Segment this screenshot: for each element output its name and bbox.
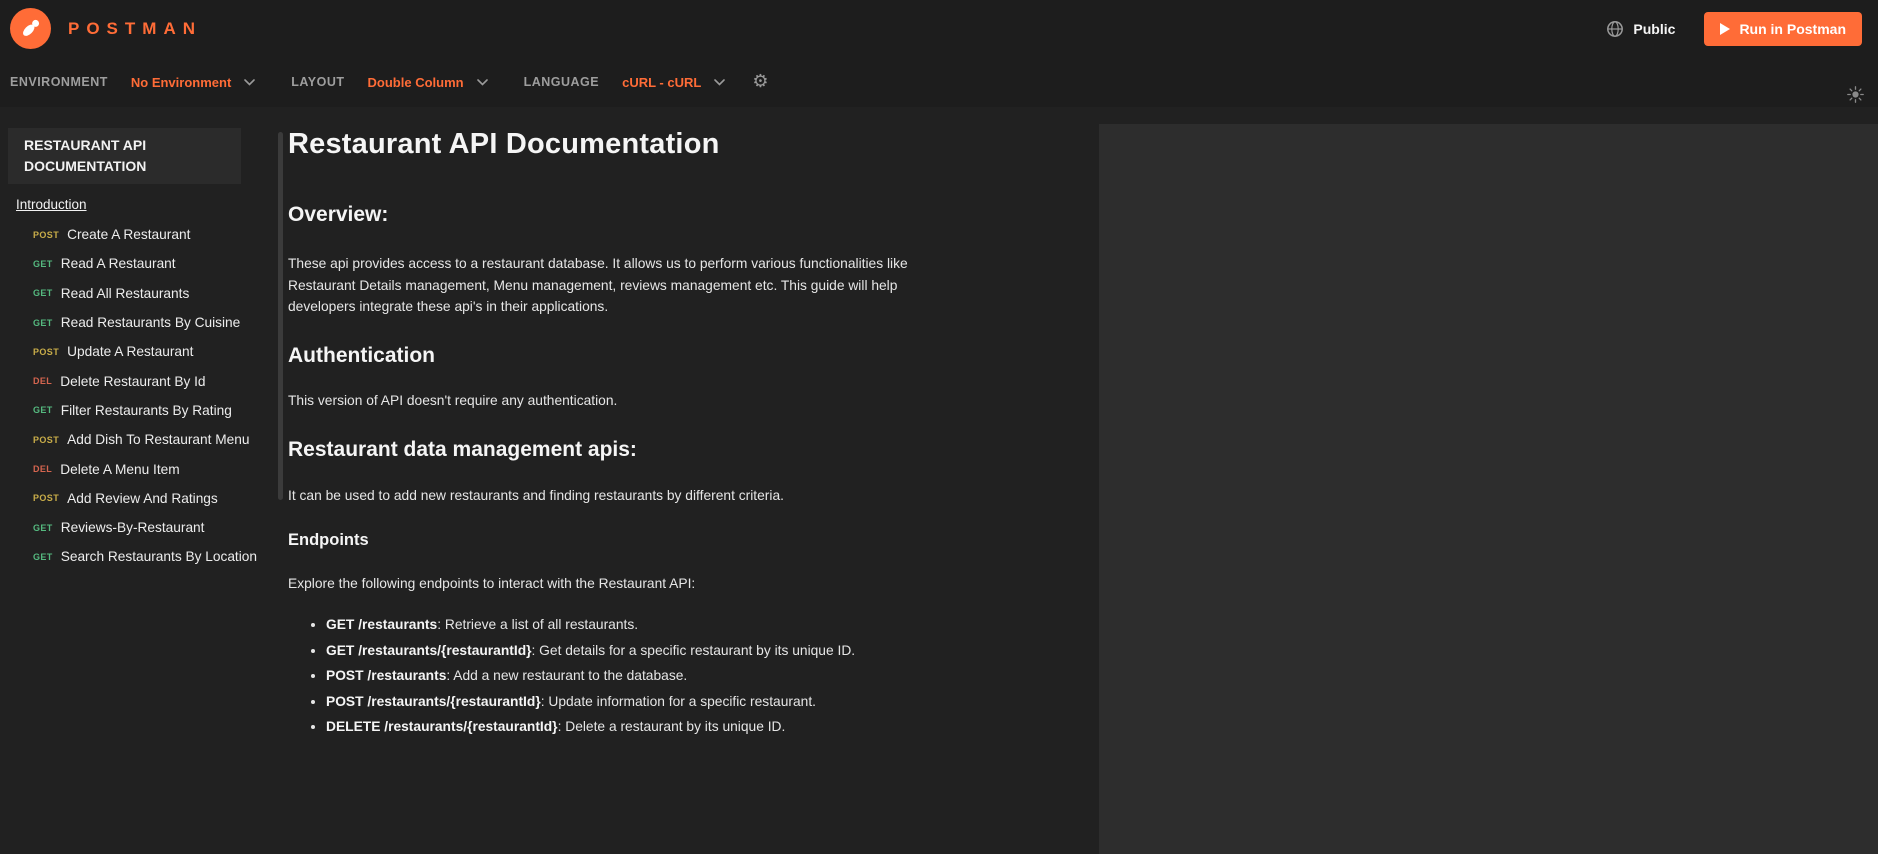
endpoint-method-path: GET /restaurants/{restaurantId}: [326, 642, 532, 658]
language-dropdown[interactable]: cURL - cURL: [622, 75, 726, 90]
data-management-heading: Restaurant data management apis:: [288, 438, 637, 461]
request-label: Update A Restaurant: [67, 344, 194, 360]
data-management-paragraph: It can be used to add new restaurants an…: [288, 488, 784, 503]
endpoint-description: : Update information for a specific rest…: [540, 693, 816, 709]
method-badge: GET: [33, 405, 53, 416]
method-badge: DEL: [33, 464, 53, 475]
request-label: Create A Restaurant: [67, 227, 191, 243]
sidebar-request-item[interactable]: POST Create A Restaurant: [0, 220, 263, 249]
postman-astronaut-icon: [10, 8, 51, 49]
request-label: Reviews-By-Restaurant: [60, 520, 205, 536]
request-label: Add Review And Ratings: [67, 490, 218, 506]
endpoint-bullet: GET /restaurants: Retrieve a list of all…: [326, 617, 948, 632]
authentication-paragraph: This version of API doesn't require any …: [288, 392, 618, 408]
theme-toggle-sun-icon[interactable]: [1847, 86, 1864, 103]
overview-paragraph: These api provides access to a restauran…: [288, 256, 908, 314]
request-label: Search Restaurants By Location: [60, 549, 257, 565]
method-badge: DEL: [33, 376, 53, 387]
endpoint-method-path: DELETE /restaurants/{restaurantId}: [326, 719, 558, 734]
method-badge: GET: [33, 258, 53, 269]
chevron-down-icon: [244, 78, 256, 86]
environment-dropdown[interactable]: No Environment: [131, 75, 256, 90]
method-badge: POST: [33, 493, 60, 504]
layout-dropdown[interactable]: Double Column: [368, 75, 488, 90]
endpoint-bullet: POST /restaurants/{restaurantId}: Update…: [326, 694, 948, 709]
overview-heading: Overview:: [288, 203, 389, 226]
sidebar-scrollbar-thumb[interactable]: [278, 132, 283, 500]
endpoint-method-path: POST /restaurants: [326, 668, 447, 683]
globe-icon: [1606, 20, 1624, 38]
endpoint-description: : Delete a restaurant by its unique ID.: [557, 719, 786, 734]
sidebar-request-item[interactable]: GET Read A Restaurant: [0, 249, 263, 278]
endpoints-heading: Endpoints: [288, 530, 369, 549]
request-label: Delete Restaurant By Id: [60, 373, 206, 389]
page-title: Restaurant API Documentation: [288, 128, 720, 160]
layout-label: LAYOUT: [291, 75, 345, 89]
docs-toolbar: ENVIRONMENT No Environment LAYOUT Double…: [0, 57, 1878, 107]
sidebar-request-item[interactable]: POST Add Dish To Restaurant Menu: [0, 425, 263, 454]
endpoint-bullet: GET /restaurants/{restaurantId}: Get det…: [326, 643, 948, 658]
endpoint-description: : Retrieve a list of all restaurants.: [437, 617, 639, 632]
docs-sidebar: RESTAURANT API DOCUMENTATION Introductio…: [0, 107, 263, 854]
method-badge: POST: [33, 229, 60, 240]
method-badge: POST: [33, 346, 60, 357]
run-in-postman-button[interactable]: Run in Postman: [1704, 11, 1862, 46]
request-label: Read All Restaurants: [60, 285, 190, 301]
sidebar-request-item[interactable]: POST Add Review And Ratings: [0, 484, 263, 513]
request-label: Filter Restaurants By Rating: [60, 402, 232, 418]
endpoints-paragraph: Explore the following endpoints to inter…: [288, 575, 696, 591]
endpoint-method-path: POST /restaurants/{restaurantId}: [326, 693, 541, 709]
request-label: Read Restaurants By Cuisine: [60, 315, 241, 331]
method-badge: GET: [33, 317, 53, 328]
method-badge: GET: [33, 522, 53, 533]
sidebar-request-item[interactable]: POST Update A Restaurant: [0, 337, 263, 366]
endpoint-description: : Get details for a specific restaurant …: [531, 642, 856, 658]
method-badge: GET: [33, 288, 53, 299]
endpoint-description: : Add a new restaurant to the database.: [446, 668, 688, 683]
method-badge: GET: [33, 551, 53, 562]
chevron-down-icon: [714, 78, 726, 86]
app-header: POSTMAN Public Run in Postman: [0, 0, 1878, 57]
request-label: Add Dish To Restaurant Menu: [67, 432, 250, 448]
sidebar-request-item[interactable]: GET Search Restaurants By Location: [0, 542, 263, 571]
endpoint-bullet: POST /restaurants: Add a new restaurant …: [326, 668, 948, 683]
brand-text: POSTMAN: [68, 18, 202, 38]
sidebar-introduction-link[interactable]: Introduction: [16, 197, 87, 212]
sidebar-request-item[interactable]: GET Read Restaurants By Cuisine: [0, 308, 263, 337]
doc-content: Restaurant API Documentation Overview: T…: [263, 107, 1099, 854]
code-example-panel: [1099, 124, 1878, 854]
run-button-label: Run in Postman: [1739, 20, 1846, 37]
endpoint-method-path: GET /restaurants: [326, 617, 438, 632]
environment-label: ENVIRONMENT: [10, 75, 108, 89]
authentication-heading: Authentication: [288, 343, 435, 367]
request-label: Read A Restaurant: [60, 256, 176, 272]
sidebar-request-item[interactable]: GET Reviews-By-Restaurant: [0, 513, 263, 542]
visibility-status: Public: [1633, 20, 1676, 37]
endpoint-bullet: DELETE /restaurants/{restaurantId}: Dele…: [326, 719, 948, 734]
sidebar-request-item[interactable]: DEL Delete Restaurant By Id: [0, 366, 263, 395]
sidebar-request-item[interactable]: DEL Delete A Menu Item: [0, 454, 263, 483]
request-label: Delete A Menu Item: [60, 461, 180, 477]
play-icon: [1720, 22, 1731, 35]
sidebar-request-item[interactable]: GET Read All Restaurants: [0, 279, 263, 308]
collection-title[interactable]: RESTAURANT API DOCUMENTATION: [8, 128, 241, 184]
language-label: LANGUAGE: [523, 75, 600, 89]
postman-logo[interactable]: POSTMAN: [10, 8, 202, 49]
chevron-down-icon: [476, 78, 488, 86]
method-badge: POST: [33, 434, 60, 445]
endpoints-bullet-list: GET /restaurants: Retrieve a list of all…: [288, 617, 948, 734]
language-settings-gear-icon[interactable]: ⚙: [752, 73, 768, 91]
sidebar-request-item[interactable]: GET Filter Restaurants By Rating: [0, 396, 263, 425]
sidebar-request-list: POST Create A Restaurant GET Read A Rest…: [0, 220, 263, 572]
